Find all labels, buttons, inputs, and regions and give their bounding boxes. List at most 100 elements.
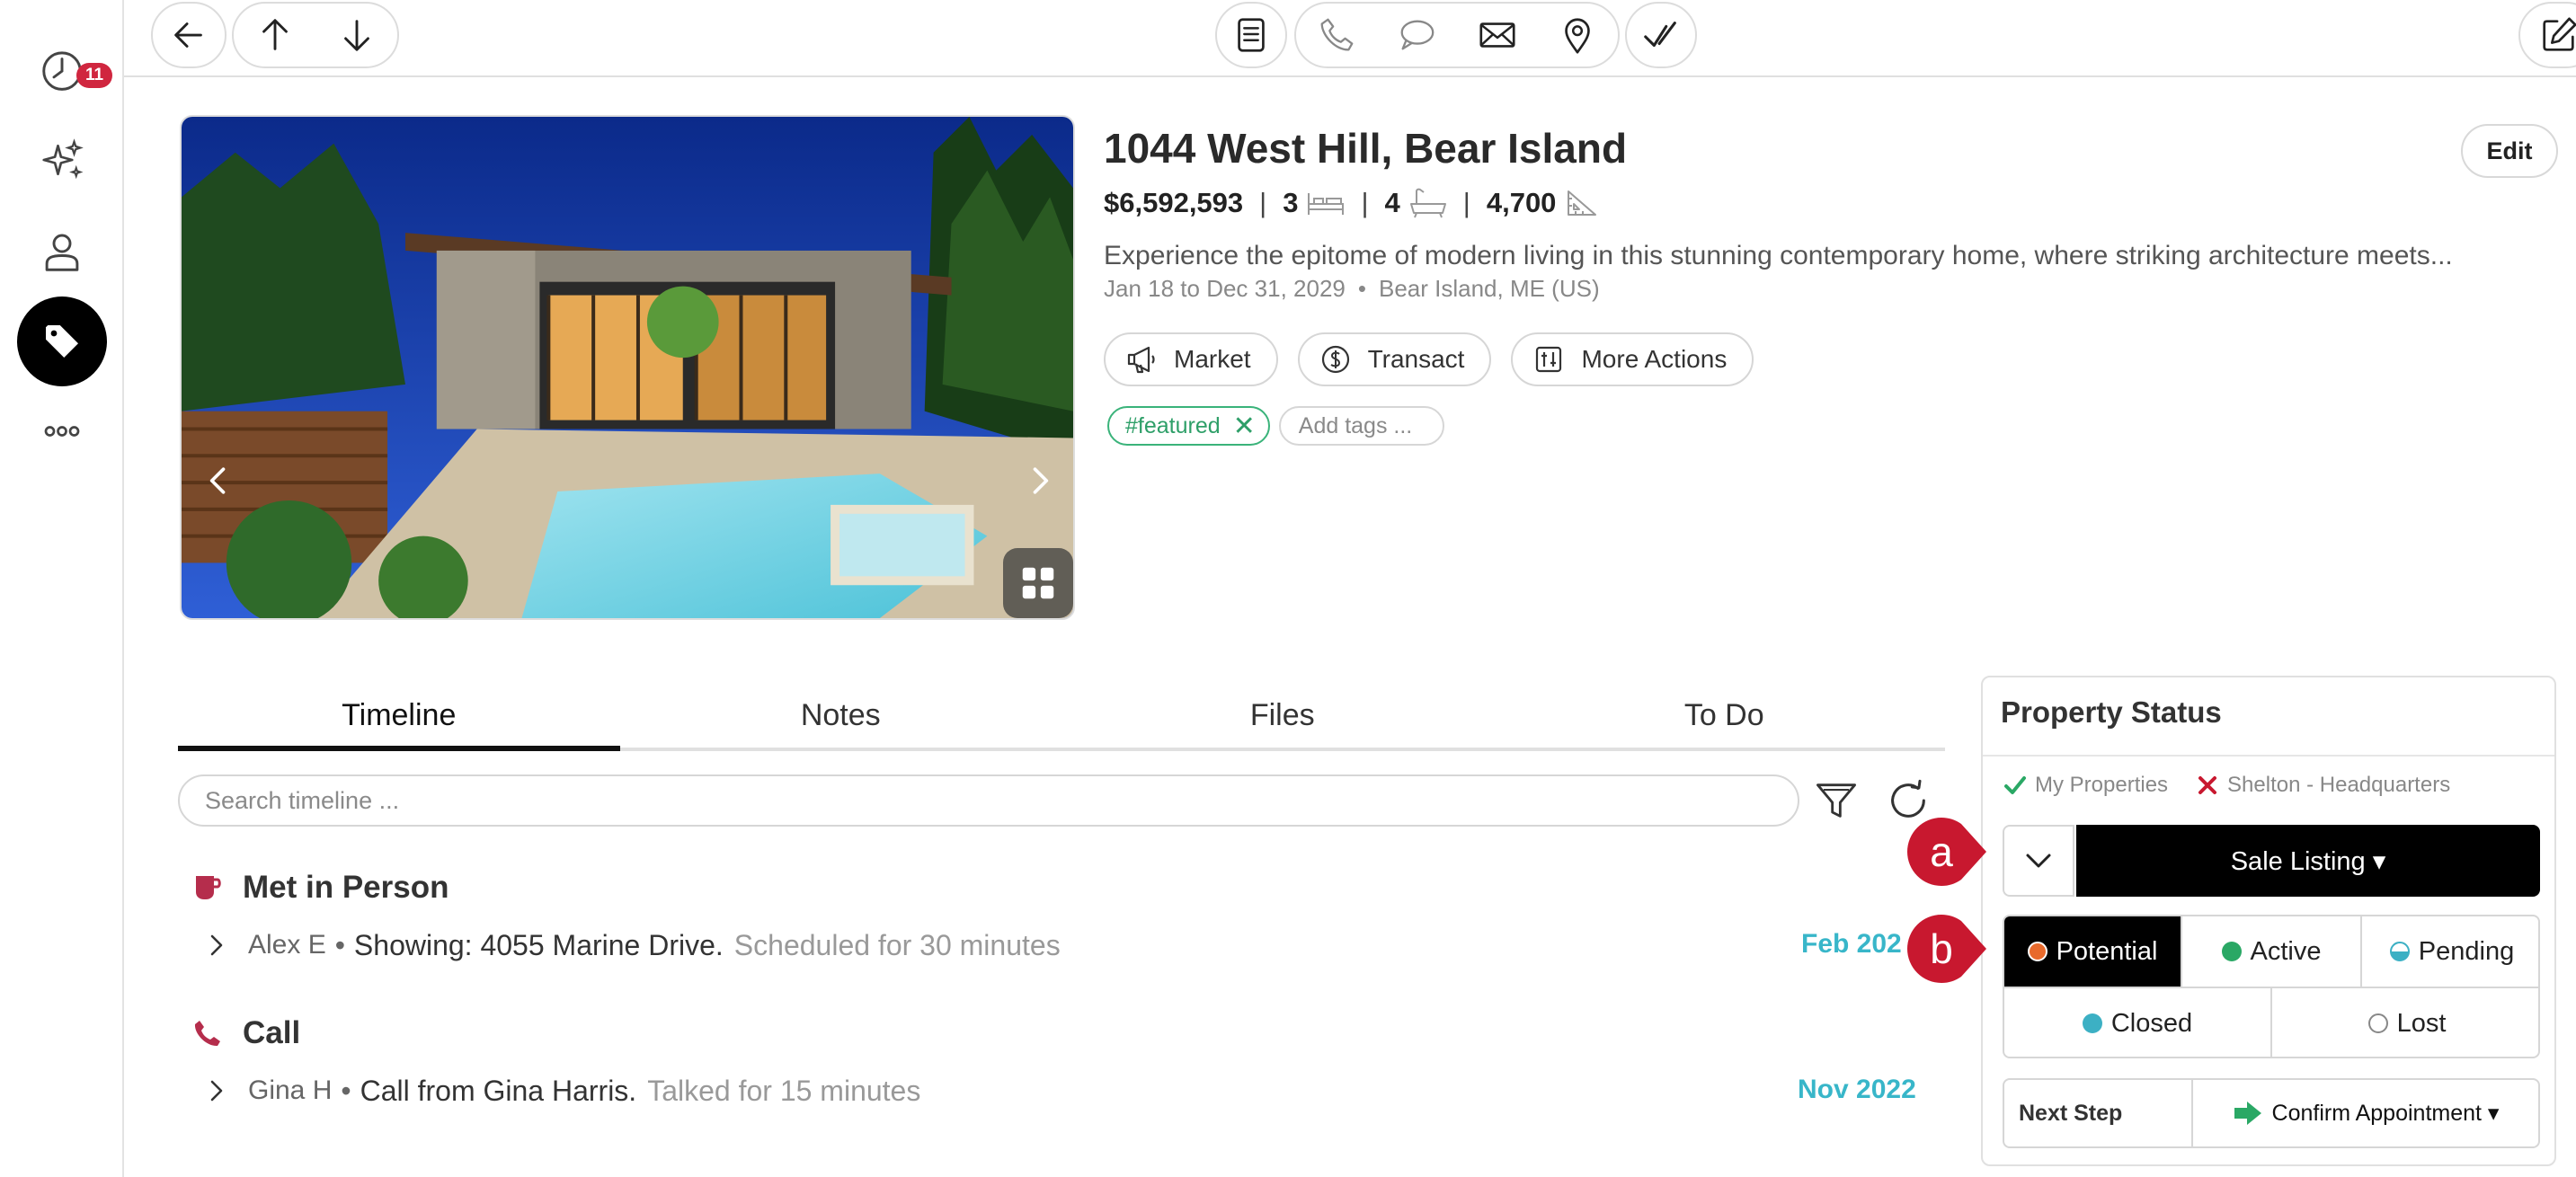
property-photo[interactable] [180, 115, 1075, 620]
status-active[interactable]: Active [2182, 916, 2362, 987]
status-potential[interactable]: Potential [2004, 916, 2182, 987]
square-footage: 4,700 [1486, 187, 1557, 218]
edit-square-icon [2543, 17, 2576, 51]
activity-button[interactable]: 11 [17, 25, 112, 115]
email-button[interactable] [1460, 4, 1535, 66]
bedrooms-count: 3 [1283, 187, 1299, 218]
collapse-button[interactable] [2003, 825, 2074, 897]
status-label: Pending [2418, 936, 2515, 966]
tab-todo[interactable]: To Do [1504, 683, 1946, 748]
stats-separator: | [1361, 187, 1369, 218]
timeline-entry-type: Call [192, 1015, 300, 1051]
previous-record-button[interactable] [237, 4, 313, 66]
phone-icon [1320, 18, 1354, 51]
status-lost[interactable]: Lost [2272, 988, 2538, 1057]
property-stats: $6,592,593 | 3 | 4 | 4,700 [1104, 187, 1603, 219]
meta-dot: • [1357, 275, 1366, 302]
map-pin-icon [1565, 18, 1591, 54]
listing-location: Bear Island, ME (US) [1378, 275, 1600, 302]
status-pending[interactable]: Pending [2362, 916, 2538, 987]
status-label: Potential [2056, 936, 2158, 966]
remove-tag-icon[interactable]: ✕ [1233, 411, 1256, 442]
status-closed[interactable]: Closed [2004, 988, 2272, 1057]
status-label: Lost [2396, 1008, 2447, 1038]
next-step-row: Next Step Confirm Appointment ▾ [2003, 1078, 2540, 1148]
person-icon [45, 234, 79, 271]
tag-label: #featured [1125, 412, 1221, 438]
filter-button[interactable] [1807, 771, 1866, 830]
next-step-value: Confirm Appointment ▾ [2271, 1101, 2500, 1126]
callout-a: a [1905, 816, 1988, 888]
owner-label: My Properties [2035, 773, 2169, 797]
tag-icon [46, 325, 78, 358]
properties-button[interactable] [17, 296, 107, 386]
megaphone-icon [1127, 346, 1155, 374]
more-actions-button[interactable]: More Actions [1511, 332, 1754, 386]
panel-title: Property Status [2001, 695, 2222, 729]
next-photo-button[interactable] [1008, 449, 1071, 512]
area-ruler-icon [1568, 190, 1597, 216]
contacts-button[interactable] [17, 207, 107, 296]
property-description: Experience the epitome of modern living … [1104, 241, 2453, 270]
green-check-icon [2004, 776, 2026, 794]
tab-timeline[interactable]: Timeline [178, 683, 620, 751]
top-toolbar [124, 0, 2576, 77]
entry-date: Feb 202 [1801, 929, 1902, 959]
chevron-right-icon[interactable] [200, 1073, 235, 1109]
record-nav-group [232, 2, 399, 68]
entry-author: Alex E [248, 930, 326, 960]
empty-dot-icon [2367, 1013, 2388, 1033]
entry-date: Nov 2022 [1798, 1075, 1916, 1104]
call-button[interactable] [1299, 4, 1374, 66]
property-title: 1044 West Hill, Bear Island [1104, 125, 1628, 172]
status-selector: Potential Active Pending Closed Lost [2003, 915, 2540, 1058]
previous-photo-button[interactable] [187, 449, 250, 512]
add-tags-input[interactable]: Add tags ... [1278, 406, 1444, 446]
chat-icon [1400, 20, 1435, 50]
chevron-left-icon [209, 467, 226, 494]
green-dot-icon [2221, 942, 2242, 961]
back-arrow-icon [174, 22, 202, 48]
entry-type-label: Met in Person [243, 870, 449, 905]
compose-button[interactable] [2518, 2, 2576, 68]
market-label: Market [1174, 345, 1251, 373]
more-button[interactable] [17, 386, 107, 476]
message-button[interactable] [1379, 4, 1454, 66]
checkmark-icon [1644, 22, 1676, 48]
map-button[interactable] [1540, 4, 1615, 66]
back-button[interactable] [151, 2, 227, 68]
gallery-button[interactable] [1003, 548, 1073, 618]
tab-notes[interactable]: Notes [620, 683, 1062, 748]
filter-funnel-icon [1817, 783, 1856, 818]
complete-button[interactable] [1625, 2, 1697, 68]
next-step-dropdown[interactable]: Confirm Appointment ▾ [2193, 1080, 2538, 1146]
up-arrow-icon [262, 19, 288, 50]
timeline-search-input[interactable] [178, 774, 1799, 827]
action-buttons: Market Transact More Actions [1104, 332, 1754, 386]
communication-group [1294, 2, 1620, 68]
entry-text: Showing: 4055 Marine Drive. [353, 928, 724, 961]
tab-files[interactable]: Files [1061, 683, 1504, 748]
more-actions-label: More Actions [1581, 345, 1728, 373]
green-arrow-icon [2234, 1102, 2261, 1125]
ai-assistant-button[interactable] [17, 115, 107, 205]
sparkles-icon [42, 138, 84, 180]
entry-bullet: • [341, 1074, 351, 1107]
entry-text: Call from Gina Harris. [360, 1074, 637, 1107]
transact-button[interactable]: Transact [1297, 332, 1492, 386]
market-button[interactable]: Market [1104, 332, 1278, 386]
timeline-entry[interactable]: Gina H • Call from Gina Harris. Talked f… [200, 1073, 920, 1109]
edit-button[interactable]: Edit [2461, 124, 2558, 178]
chevron-right-icon [1033, 467, 1049, 494]
chevron-right-icon[interactable] [200, 927, 235, 963]
tag-featured[interactable]: #featured ✕ [1107, 406, 1270, 446]
timeline-entry[interactable]: Alex E • Showing: 4055 Marine Drive. Sch… [200, 927, 1061, 963]
details-button[interactable] [1215, 2, 1287, 68]
entry-detail: Scheduled for 30 minutes [733, 928, 1061, 961]
next-record-button[interactable] [319, 4, 395, 66]
office-label: Shelton - Headquarters [2227, 773, 2451, 797]
mail-icon [1479, 22, 1515, 48]
bathrooms-count: 4 [1384, 187, 1400, 218]
phone-icon [194, 1021, 220, 1047]
listing-type-dropdown[interactable]: Sale Listing ▾ [2076, 825, 2540, 897]
